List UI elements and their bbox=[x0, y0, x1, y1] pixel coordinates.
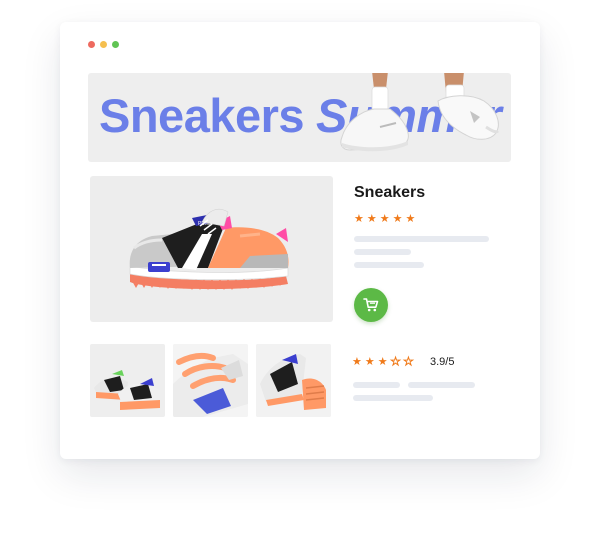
hero-banner[interactable]: Sneakers Summer bbox=[88, 73, 511, 162]
banner-sneakers-image bbox=[340, 73, 500, 152]
star-outline-icon: ★ bbox=[403, 356, 414, 369]
close-dot[interactable] bbox=[88, 41, 95, 48]
minimize-dot[interactable] bbox=[100, 41, 107, 48]
browser-window: Sneakers Summer PUMA Sneakers ★ ★ ★ ★ ★ … bbox=[60, 22, 540, 459]
star-icon: ★ bbox=[352, 356, 362, 368]
star-icon: ★ bbox=[366, 213, 377, 225]
review-placeholder-line bbox=[353, 395, 433, 401]
thumbnail-angle[interactable] bbox=[256, 344, 331, 417]
banner-title-word-1: Sneakers bbox=[99, 89, 305, 142]
thumbnail-laces[interactable] bbox=[173, 344, 248, 417]
add-to-cart-button[interactable] bbox=[354, 288, 388, 322]
description-placeholder-line bbox=[354, 236, 489, 242]
product-title: Sneakers bbox=[354, 184, 426, 201]
review-placeholder-line bbox=[408, 382, 475, 388]
thumbnail-pair-illustration bbox=[94, 370, 160, 410]
description-placeholder-line bbox=[354, 262, 424, 268]
star-icon: ★ bbox=[379, 213, 390, 225]
star-icon: ★ bbox=[364, 356, 375, 368]
thumbnail-angle-illustration bbox=[256, 344, 331, 417]
window-controls bbox=[88, 41, 119, 48]
star-icon: ★ bbox=[405, 213, 416, 225]
thumbnail-strip bbox=[90, 344, 331, 417]
review-rating-stars: ★ ★ ★ ★ ★ bbox=[352, 356, 414, 369]
product-rating-stars: ★ ★ ★ ★ ★ bbox=[354, 213, 415, 225]
thumbnail-laces-illustration bbox=[173, 344, 248, 417]
star-icon: ★ bbox=[377, 356, 388, 368]
star-icon: ★ bbox=[354, 213, 364, 225]
description-placeholder-line bbox=[354, 249, 411, 255]
star-icon: ★ bbox=[392, 213, 403, 225]
star-outline-icon: ★ bbox=[390, 356, 401, 369]
main-product-image[interactable]: PUMA bbox=[90, 176, 333, 322]
sneaker-illustration: PUMA bbox=[129, 209, 289, 291]
review-placeholder-line bbox=[353, 382, 400, 388]
rating-score: 3.9/5 bbox=[430, 356, 455, 368]
thumbnail-pair[interactable] bbox=[90, 344, 165, 417]
maximize-dot[interactable] bbox=[112, 41, 119, 48]
shopping-cart-icon bbox=[363, 298, 379, 312]
